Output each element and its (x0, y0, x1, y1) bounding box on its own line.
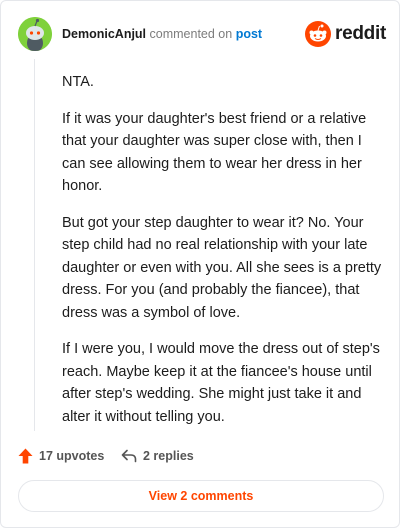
avatar[interactable] (18, 17, 52, 51)
comment-header: DemonicAnjul commented on post reddit (18, 17, 386, 51)
thread-line (34, 59, 35, 431)
comment-paragraph: If I were you, I would move the dress ou… (62, 341, 380, 425)
comment-actions: 17 upvotes 2 replies (18, 445, 383, 467)
reply-count: 2 replies (143, 449, 194, 463)
username[interactable]: DemonicAnjul (62, 27, 146, 41)
action-text: commented on (149, 27, 233, 41)
comment-card: DemonicAnjul commented on post reddit NT… (0, 0, 400, 528)
reply-arrow-icon (121, 449, 137, 463)
reddit-snoo-icon (305, 21, 331, 47)
comment-body: NTA. If it was your daughter's best frie… (62, 71, 384, 442)
comment-paragraph: NTA. (62, 74, 94, 90)
reddit-logo[interactable]: reddit (305, 20, 386, 48)
snoo-avatar-icon (18, 17, 52, 51)
upvote-count: 17 upvotes (39, 449, 105, 463)
comment-byline: DemonicAnjul commented on post (62, 27, 262, 41)
upvote-button[interactable]: 17 upvotes (18, 445, 104, 467)
upvote-arrow-icon (18, 448, 33, 464)
post-link[interactable]: post (236, 27, 262, 41)
reddit-wordmark: reddit (335, 23, 386, 44)
view-comments-button[interactable]: View 2 comments (18, 480, 384, 512)
comment-paragraph: If it was your daughter's best friend or… (62, 110, 367, 195)
comment-paragraph: But got your step daughter to wear it? N… (62, 214, 382, 321)
reply-button[interactable]: 2 replies (121, 445, 194, 467)
